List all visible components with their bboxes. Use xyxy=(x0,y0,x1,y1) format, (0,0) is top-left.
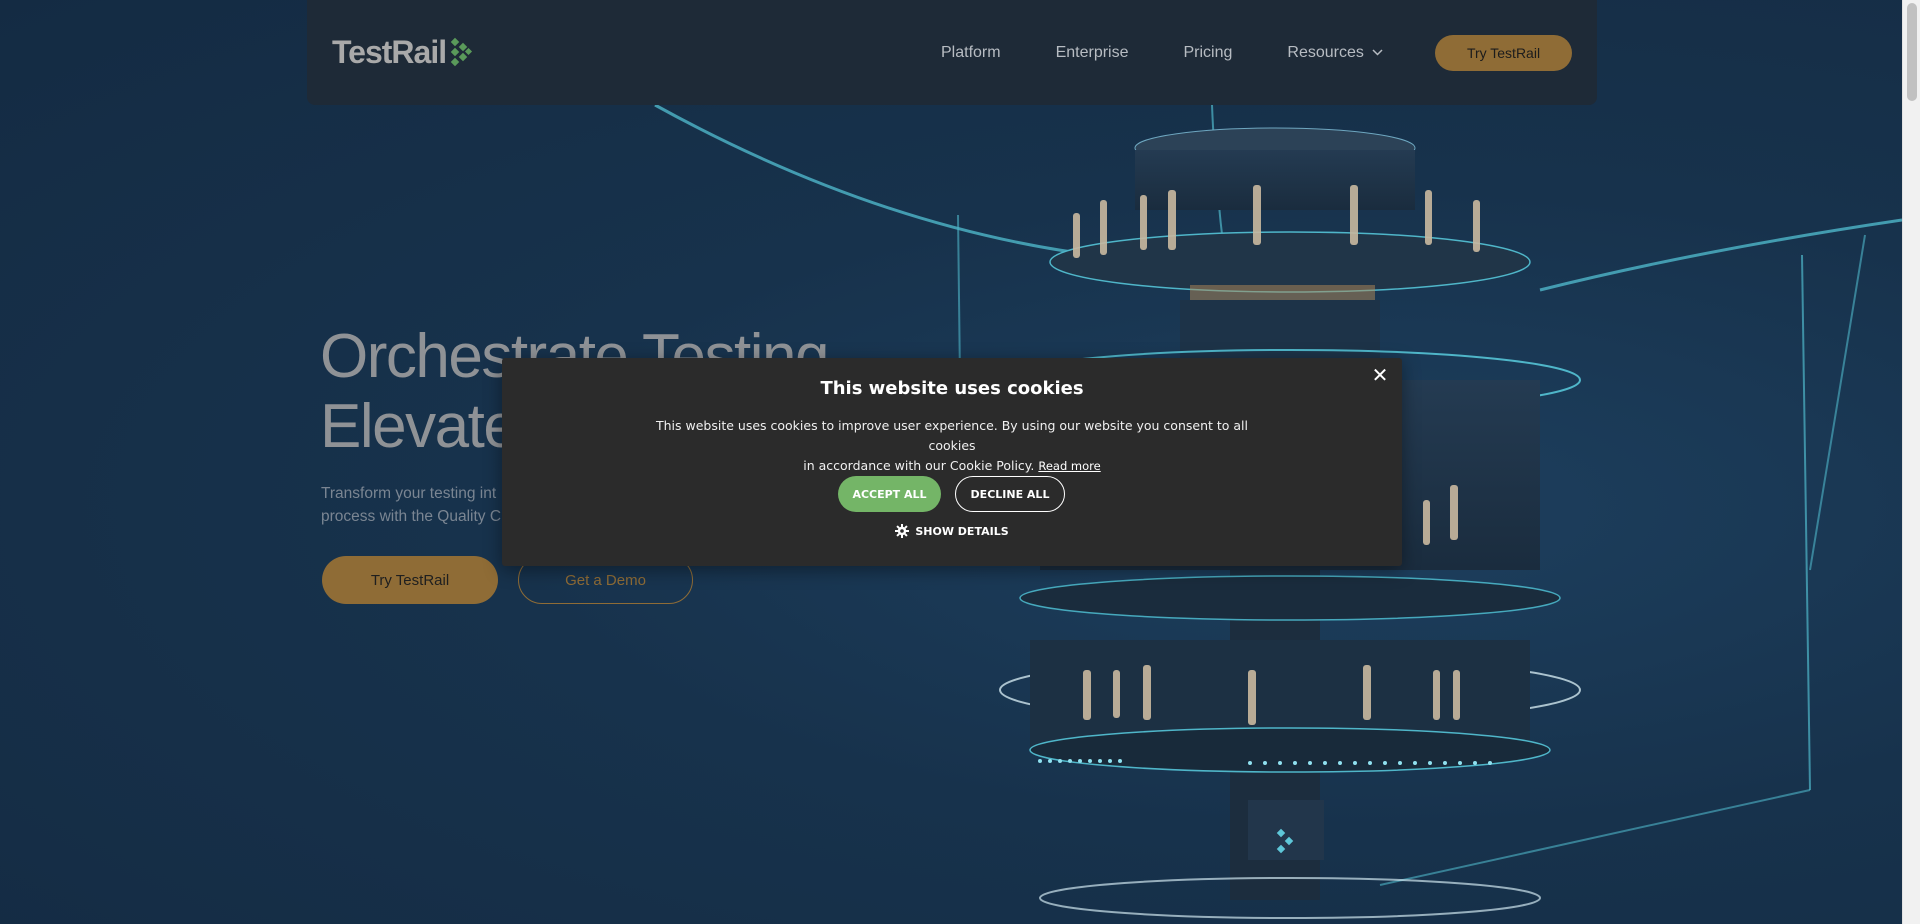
logo-text: TestRail xyxy=(332,34,447,70)
nav-link-enterprise[interactable]: Enterprise xyxy=(1056,44,1129,62)
nav-link-resources-label: Resources xyxy=(1287,43,1364,61)
page-scrollbar[interactable] xyxy=(1902,0,1920,924)
gear-icon xyxy=(895,524,910,538)
show-details-toggle[interactable]: SHOW DETAILS xyxy=(502,524,1402,538)
cookie-text-line2: in accordance with our Cookie Policy. xyxy=(803,458,1035,473)
logo-mark-icon xyxy=(450,37,473,66)
nav-link-resources[interactable]: Resources xyxy=(1287,43,1383,62)
nav-links: Platform Enterprise Pricing Resources xyxy=(941,0,1438,105)
nav-link-pricing[interactable]: Pricing xyxy=(1184,44,1233,62)
cookie-text-line2-wrap: in accordance with our Cookie Policy. Re… xyxy=(642,456,1262,476)
testrail-logo[interactable]: TestRail xyxy=(332,34,473,71)
scrollbar-thumb[interactable] xyxy=(1907,3,1917,101)
cookie-modal-title: This website uses cookies xyxy=(820,378,1084,399)
show-details-label: SHOW DETAILS xyxy=(915,524,1009,538)
chevron-down-icon xyxy=(1372,49,1383,56)
nav-link-platform[interactable]: Platform xyxy=(941,44,1001,62)
cookie-text-line1: This website uses cookies to improve use… xyxy=(655,418,1248,453)
read-more-link[interactable]: Read more xyxy=(1038,459,1100,473)
cookie-modal-text: This website uses cookies to improve use… xyxy=(642,416,1262,476)
accept-all-button[interactable]: ACCEPT ALL xyxy=(838,476,941,512)
nav-try-testrail-button[interactable]: Try TestRail xyxy=(1435,35,1572,71)
cookie-consent-modal: ✕ This website uses cookies This website… xyxy=(502,358,1402,566)
decline-all-button[interactable]: DECLINE ALL xyxy=(955,476,1065,512)
top-navbar: TestRail Platform Enterprise Pricing Res… xyxy=(307,0,1597,105)
hero-try-testrail-button[interactable]: Try TestRail xyxy=(322,556,498,604)
page-background: TestRail Platform Enterprise Pricing Res… xyxy=(0,0,1902,924)
